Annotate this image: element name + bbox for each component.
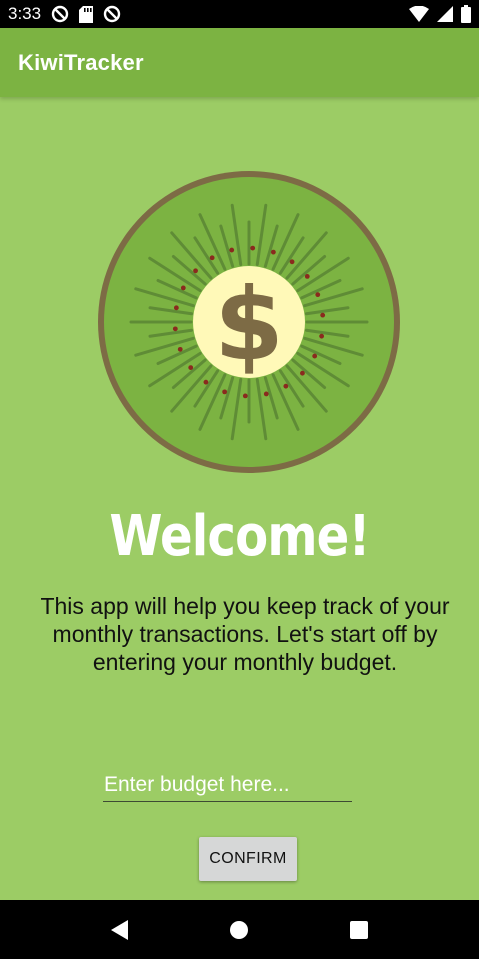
budget-input[interactable] [103, 768, 352, 802]
battery-icon [461, 5, 471, 23]
sd-card-icon [79, 5, 94, 23]
sync-icon [51, 5, 69, 23]
app-bar: KiwiTracker [0, 28, 479, 97]
welcome-heading: Welcome! [109, 504, 370, 569]
sync-icon [103, 5, 121, 23]
status-right [409, 5, 471, 23]
cellular-signal-icon [437, 6, 453, 22]
app-title: KiwiTracker [18, 49, 144, 75]
dollar-symbol: $ [214, 266, 284, 383]
nav-bar [0, 900, 479, 959]
recents-icon[interactable] [339, 910, 379, 950]
confirm-button[interactable]: CONFIRM [199, 837, 297, 881]
status-time: 3:33 [8, 4, 42, 23]
status-left: 3:33 [8, 4, 121, 24]
home-icon[interactable] [219, 910, 259, 950]
wifi-icon [409, 6, 429, 22]
main-content: $ Welcome! This app will help you keep t… [0, 97, 479, 900]
back-icon[interactable] [100, 910, 140, 950]
kiwi-dollar-logo: $ [95, 168, 403, 476]
kiwi-logo-icon: $ [98, 171, 400, 473]
status-bar: 3:33 [0, 0, 479, 28]
welcome-description: This app will help you keep track of you… [40, 593, 450, 675]
